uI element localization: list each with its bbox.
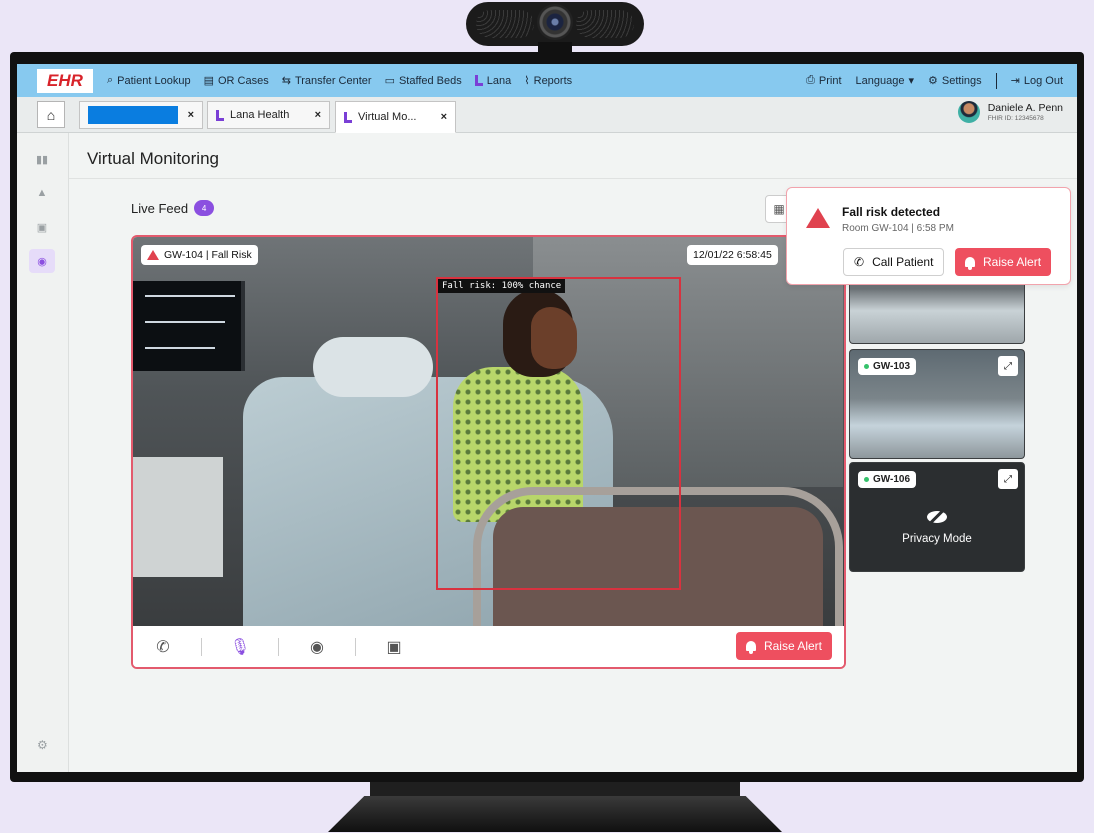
microphone-button[interactable]: 🎙 — [210, 637, 270, 657]
detection-label: Fall risk: 100% chance — [438, 279, 566, 293]
warning-icon — [147, 250, 159, 260]
call-patient-button[interactable]: ✆ Call Patient — [843, 248, 945, 276]
main-video-feed[interactable]: Fall risk: 100% chance GW-104 | Fall Ris… — [131, 235, 846, 669]
webcam — [466, 2, 644, 56]
grid-icon: ▦ — [773, 202, 785, 216]
lana-icon — [474, 75, 483, 86]
camera-thumbnail-gw103[interactable]: GW-103 ⤢ — [849, 349, 1025, 459]
pillow — [313, 337, 433, 397]
sidebar-settings-icon[interactable]: ⚙ — [37, 738, 48, 752]
online-status-dot — [864, 477, 869, 482]
eye-slash-icon — [927, 511, 947, 523]
checklist-button[interactable]: ▣ — [364, 637, 424, 657]
document-icon: ▤ — [203, 75, 214, 87]
fall-risk-notification: Fall risk detected Room GW-104 | 6:58 PM… — [786, 187, 1071, 285]
nav-patient-lookup[interactable]: ⌕ Patient Lookup — [107, 74, 191, 87]
expand-icon[interactable]: ⤢ — [998, 469, 1018, 489]
room-chip: GW-103 — [858, 358, 917, 375]
clipboard-icon[interactable]: ▣ — [31, 217, 53, 237]
nav-lana[interactable]: Lana — [474, 75, 511, 87]
close-tab-icon[interactable]: × — [188, 109, 194, 121]
app-screen: EHR ⌕ Patient Lookup ▤ OR Cases ⇆ Transfer … — [17, 64, 1077, 772]
caret-down-icon: ▾ — [908, 75, 915, 87]
speaker-grille — [576, 10, 634, 38]
clipboard-icon: ▣ — [386, 638, 402, 656]
privacy-mode: Privacy Mode — [850, 511, 1024, 545]
monitor-stand — [328, 796, 782, 832]
raise-alert-button[interactable]: Raise Alert — [735, 632, 832, 660]
tab-redacted[interactable]: × — [79, 101, 203, 129]
user-profile[interactable]: Daniele A. Penn FHIR ID: 12345678 — [957, 101, 1063, 123]
live-feed-heading: Live Feed 4 — [131, 200, 215, 216]
divider — [278, 637, 279, 656]
sidebar: ▮▮ ▲ ▣ ◉ — [17, 133, 69, 772]
eye-icon: ◉ — [310, 638, 324, 656]
tab-virtual-monitoring[interactable]: Virtual Mo... × — [335, 101, 456, 133]
logout-button[interactable]: ⇥ Log Out — [1010, 74, 1063, 88]
vital-signs-monitor — [133, 281, 245, 371]
virtual-monitoring-icon[interactable]: ◉ — [29, 249, 55, 273]
fhir-id: FHIR ID: 12345678 — [987, 115, 1044, 122]
room-chip: GW-106 — [858, 471, 917, 488]
lana-icon — [216, 109, 224, 121]
microphone-icon: 🎙 — [229, 638, 251, 656]
gear-icon: ⚙ — [928, 75, 938, 87]
close-tab-icon[interactable]: × — [441, 111, 447, 123]
close-tab-icon[interactable]: × — [315, 109, 321, 121]
ehr-logo[interactable]: EHR — [37, 68, 93, 93]
nav-reports[interactable]: ⌇ Reports — [524, 74, 572, 88]
logout-icon: ⇥ — [1010, 75, 1020, 87]
phone-icon: ✆ — [854, 255, 865, 269]
settings-button[interactable]: ⚙ Settings — [928, 74, 982, 88]
redacted-label — [88, 106, 178, 124]
notification-title: Fall risk detected — [842, 205, 941, 219]
nav-divider — [995, 72, 997, 89]
bed-icon: ▭ — [384, 75, 395, 87]
handshake-icon: ⇆ — [281, 75, 291, 87]
timestamp: 12/01/22 6:58:45 — [687, 245, 778, 265]
feed-controls: ✆ 🎙 ◉ ▣ Raise Alert — [133, 626, 844, 667]
top-nav: EHR ⌕ Patient Lookup ▤ OR Cases ⇆ Transfer … — [17, 64, 1077, 97]
nav-transfer-center[interactable]: ⇆ Transfer Center — [281, 74, 372, 88]
chart-icon: ⌇ — [524, 75, 530, 87]
divider — [355, 637, 356, 656]
tab-bar: ⌂ × Lana Health × Virtual Mo... × Daniel… — [17, 97, 1077, 133]
feed-count-badge: 4 — [194, 200, 215, 216]
bedside-cart — [133, 457, 223, 577]
view-button[interactable]: ◉ — [287, 637, 347, 657]
online-status-dot — [864, 364, 869, 369]
graduation-cap-icon[interactable]: ▲ — [31, 183, 53, 203]
language-dropdown[interactable]: Language ▾ — [856, 74, 915, 88]
avatar — [957, 101, 980, 123]
phone-button[interactable]: ✆ — [133, 637, 193, 657]
tab-lana-health[interactable]: Lana Health × — [207, 101, 330, 129]
warning-icon — [806, 208, 830, 228]
bell-icon — [745, 641, 756, 654]
user-name: Daniele A. Penn — [987, 102, 1063, 114]
home-icon: ⌂ — [46, 106, 56, 123]
camera-lens — [537, 4, 573, 40]
bell-icon — [965, 257, 975, 270]
phone-icon: ✆ — [156, 638, 170, 656]
raise-alert-button[interactable]: Raise Alert — [955, 248, 1052, 276]
speaker-grille — [476, 10, 534, 38]
divider — [69, 178, 1077, 179]
lana-icon — [344, 111, 352, 123]
page-title: Virtual Monitoring — [87, 149, 219, 168]
home-tab[interactable]: ⌂ — [37, 101, 65, 128]
nav-or-cases[interactable]: ▤ OR Cases — [203, 74, 269, 88]
nav-staffed-beds[interactable]: ▭ Staffed Beds — [384, 74, 462, 88]
room-chip: GW-104 | Fall Risk — [141, 245, 258, 265]
print-button[interactable]: ⎙ Print — [806, 74, 841, 87]
printer-icon: ⎙ — [806, 74, 815, 86]
camera-feed-image: Fall risk: 100% chance GW-104 | Fall Ris… — [133, 237, 844, 626]
analytics-icon[interactable]: ▮▮ — [31, 149, 53, 169]
expand-icon[interactable]: ⤢ — [998, 356, 1018, 376]
divider — [201, 637, 202, 656]
search-icon: ⌕ — [107, 74, 114, 86]
detection-box: Fall risk: 100% chance — [436, 277, 681, 590]
camera-thumbnail-gw106[interactable]: GW-106 ⤢ Privacy Mode — [849, 462, 1025, 572]
notification-subtitle: Room GW-104 | 6:58 PM — [842, 223, 954, 234]
monitor-neck — [370, 782, 740, 798]
